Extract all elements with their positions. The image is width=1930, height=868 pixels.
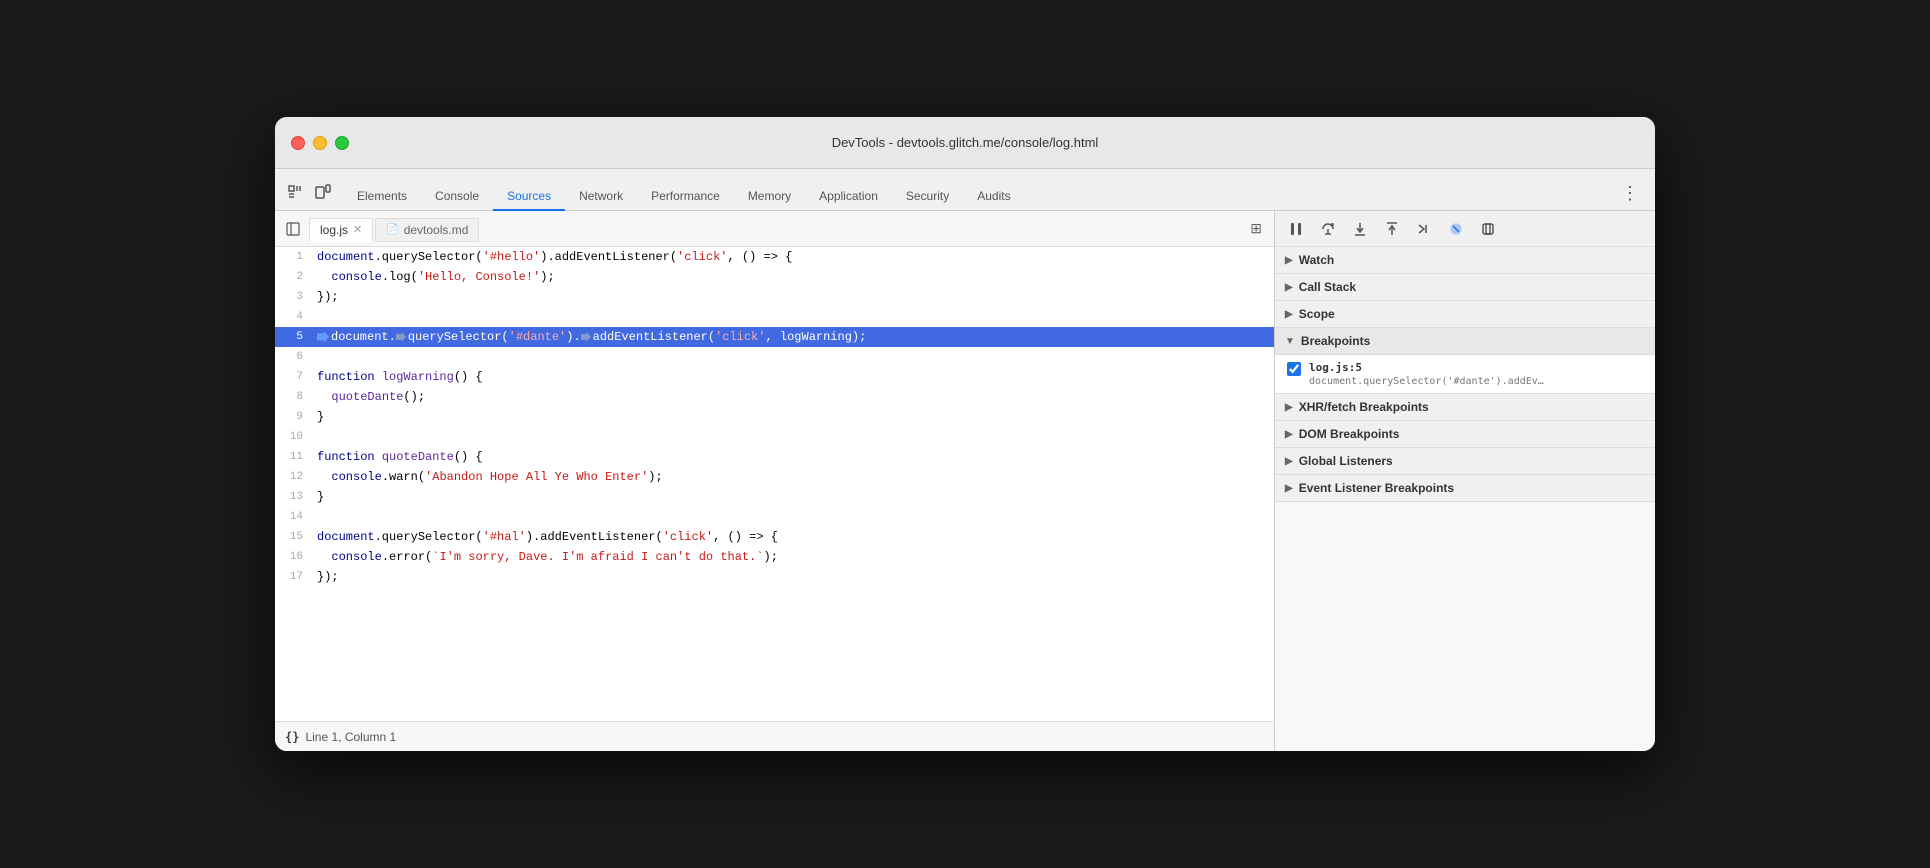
section-call-stack-header[interactable]: ▶ Call Stack xyxy=(1275,274,1655,301)
code-line-14: 14 xyxy=(275,507,1274,527)
close-button[interactable] xyxy=(291,136,305,150)
debugger-sections: ▶ Watch ▶ Call Stack ▶ Scope ▼ Breakpoin… xyxy=(1275,247,1655,751)
debugger-toolbar xyxy=(1275,211,1655,247)
format-icon[interactable]: {} xyxy=(285,730,299,744)
tab-bar: Elements Console Sources Network Perform… xyxy=(275,169,1655,211)
step-into-button[interactable] xyxy=(1347,216,1373,242)
dom-chevron: ▶ xyxy=(1285,429,1293,440)
file-icon: 📄 xyxy=(386,224,398,235)
file-tab-devtools-md-name: devtools.md xyxy=(404,223,469,237)
tab-performance[interactable]: Performance xyxy=(637,182,734,210)
code-line-13: 13 } xyxy=(275,487,1274,507)
watch-chevron: ▶ xyxy=(1285,255,1293,266)
code-line-5: 5 document.querySelector('#dante').addEv… xyxy=(275,327,1274,347)
pause-on-exceptions-button[interactable] xyxy=(1475,216,1501,242)
status-bar: {} Line 1, Column 1 xyxy=(275,721,1274,751)
editor-panel: log.js ✕ 📄 devtools.md ⊞ 1 document.quer… xyxy=(275,211,1275,751)
section-dom-header[interactable]: ▶ DOM Breakpoints xyxy=(1275,421,1655,448)
file-tab-devtools-md[interactable]: 📄 devtools.md xyxy=(375,218,479,242)
device-mode-icon[interactable] xyxy=(311,180,335,204)
code-line-15: 15 document.querySelector('#hal').addEve… xyxy=(275,527,1274,547)
tab-bar-left-icons xyxy=(283,180,335,204)
format-code-button[interactable]: ⊞ xyxy=(1246,218,1266,239)
section-global-header[interactable]: ▶ Global Listeners xyxy=(1275,448,1655,475)
traffic-lights xyxy=(291,136,349,150)
event-label: Event Listener Breakpoints xyxy=(1299,481,1454,495)
code-line-9: 9 } xyxy=(275,407,1274,427)
code-editor[interactable]: 1 document.querySelector('#hello').addEv… xyxy=(275,247,1274,721)
global-chevron: ▶ xyxy=(1285,456,1293,467)
more-tabs-button[interactable]: ⋮ xyxy=(1613,183,1647,204)
xhr-chevron: ▶ xyxy=(1285,402,1293,413)
breakpoint-location: log.js:5 xyxy=(1309,361,1643,374)
call-stack-chevron: ▶ xyxy=(1285,282,1293,293)
code-line-3: 3 }); xyxy=(275,287,1274,307)
code-line-10: 10 xyxy=(275,427,1274,447)
minimize-button[interactable] xyxy=(313,136,327,150)
code-line-2: 2 console.log('Hello, Console!'); xyxy=(275,267,1274,287)
tab-security[interactable]: Security xyxy=(892,182,963,210)
code-line-11: 11 function quoteDante() { xyxy=(275,447,1274,467)
code-line-16: 16 console.error(`I'm sorry, Dave. I'm a… xyxy=(275,547,1274,567)
breakpoint-code: document.querySelector('#dante').addEv… xyxy=(1309,376,1643,387)
deactivate-breakpoints-button[interactable] xyxy=(1443,216,1469,242)
devtools-window: DevTools - devtools.glitch.me/console/lo… xyxy=(275,117,1655,751)
section-event-header[interactable]: ▶ Event Listener Breakpoints xyxy=(1275,475,1655,502)
main-content: log.js ✕ 📄 devtools.md ⊞ 1 document.quer… xyxy=(275,211,1655,751)
tab-audits[interactable]: Audits xyxy=(963,182,1024,210)
section-xhr-header[interactable]: ▶ XHR/fetch Breakpoints xyxy=(1275,394,1655,421)
code-line-1: 1 document.querySelector('#hello').addEv… xyxy=(275,247,1274,267)
code-line-8: 8 quoteDante(); xyxy=(275,387,1274,407)
tab-memory[interactable]: Memory xyxy=(734,182,805,210)
breakpoints-chevron: ▼ xyxy=(1285,336,1295,347)
show-navigator-icon[interactable] xyxy=(279,215,307,243)
file-tab-log-js-close[interactable]: ✕ xyxy=(353,223,362,236)
section-watch-header[interactable]: ▶ Watch xyxy=(1275,247,1655,274)
breakpoints-content: log.js:5 document.querySelector('#dante'… xyxy=(1275,355,1655,394)
code-line-6: 6 xyxy=(275,347,1274,367)
tab-elements[interactable]: Elements xyxy=(343,182,421,210)
file-tab-log-js[interactable]: log.js ✕ xyxy=(309,218,373,242)
file-tab-log-js-name: log.js xyxy=(320,223,348,237)
step-out-button[interactable] xyxy=(1379,216,1405,242)
tab-sources[interactable]: Sources xyxy=(493,182,565,210)
xhr-label: XHR/fetch Breakpoints xyxy=(1299,400,1429,414)
watch-label: Watch xyxy=(1299,253,1335,267)
global-label: Global Listeners xyxy=(1299,454,1393,468)
tab-application[interactable]: Application xyxy=(805,182,892,210)
tab-network[interactable]: Network xyxy=(565,182,637,210)
file-tabs-right: ⊞ xyxy=(1246,218,1266,239)
main-tabs: Elements Console Sources Network Perform… xyxy=(343,182,1613,210)
scope-chevron: ▶ xyxy=(1285,309,1293,320)
file-tabs: log.js ✕ 📄 devtools.md ⊞ xyxy=(275,211,1274,247)
scope-label: Scope xyxy=(1299,307,1335,321)
code-line-12: 12 console.warn('Abandon Hope All Ye Who… xyxy=(275,467,1274,487)
cursor-position: Line 1, Column 1 xyxy=(305,730,396,744)
code-line-17: 17 }); xyxy=(275,567,1274,587)
breakpoint-info: log.js:5 document.querySelector('#dante'… xyxy=(1309,361,1643,387)
dom-label: DOM Breakpoints xyxy=(1299,427,1400,441)
maximize-button[interactable] xyxy=(335,136,349,150)
step-over-button[interactable] xyxy=(1315,216,1341,242)
tab-bar-right: ⋮ xyxy=(1613,183,1647,204)
code-line-7: 7 function logWarning() { xyxy=(275,367,1274,387)
section-scope-header[interactable]: ▶ Scope xyxy=(1275,301,1655,328)
call-stack-label: Call Stack xyxy=(1299,280,1356,294)
breakpoint-item: log.js:5 document.querySelector('#dante'… xyxy=(1275,355,1655,393)
code-line-4: 4 xyxy=(275,307,1274,327)
tab-console[interactable]: Console xyxy=(421,182,493,210)
inspect-element-icon[interactable] xyxy=(283,180,307,204)
step-button[interactable] xyxy=(1411,216,1437,242)
breakpoints-label: Breakpoints xyxy=(1301,334,1370,348)
window-title: DevTools - devtools.glitch.me/console/lo… xyxy=(832,135,1099,150)
section-breakpoints-header[interactable]: ▼ Breakpoints xyxy=(1275,328,1655,355)
pause-resume-button[interactable] xyxy=(1283,216,1309,242)
event-chevron: ▶ xyxy=(1285,483,1293,494)
debugger-panel: ▶ Watch ▶ Call Stack ▶ Scope ▼ Breakpoin… xyxy=(1275,211,1655,751)
title-bar: DevTools - devtools.glitch.me/console/lo… xyxy=(275,117,1655,169)
breakpoint-checkbox[interactable] xyxy=(1287,362,1301,376)
